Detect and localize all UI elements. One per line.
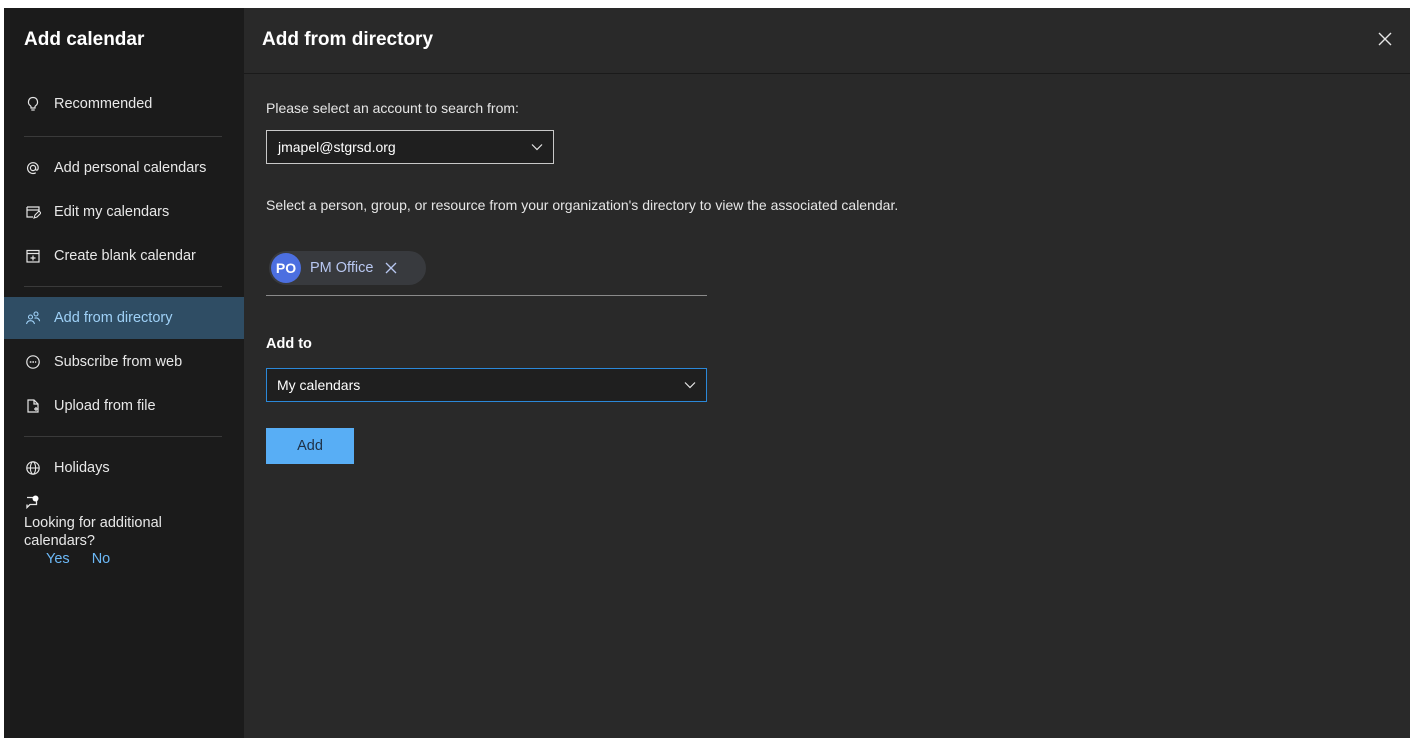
- sidebar-title: Add calendar: [24, 29, 145, 50]
- chip-name: PM Office: [310, 260, 374, 276]
- main-header: Add from directory: [244, 8, 1410, 74]
- feedback-links: Yes No: [46, 550, 224, 568]
- directory-prompt: Select a person, group, or resource from…: [266, 197, 899, 213]
- sidebar-item-label: Recommended: [54, 96, 153, 112]
- sidebar-item-add-personal-calendars[interactable]: Add personal calendars: [4, 147, 244, 189]
- directory-people-picker[interactable]: PO PM Office: [266, 248, 707, 296]
- at-sign-icon: [25, 160, 41, 176]
- selected-person-chip[interactable]: PO PM Office: [269, 251, 426, 285]
- avatar: PO: [271, 253, 301, 283]
- feedback-question: Looking for additional calendars?: [24, 515, 162, 549]
- globe-icon: [25, 460, 41, 476]
- sidebar-item-create-blank-calendar[interactable]: Create blank calendar: [4, 235, 244, 277]
- add-to-label: Add to: [266, 336, 312, 352]
- sidebar-divider: [24, 286, 222, 287]
- file-upload-icon: [25, 398, 41, 414]
- sidebar-item-label: Add from directory: [54, 310, 173, 326]
- sidebar-item-label: Subscribe from web: [54, 354, 183, 370]
- link-circle-icon: [25, 354, 41, 370]
- account-select-value: jmapel@stgrsd.org: [278, 139, 396, 155]
- calendar-add-icon: [25, 248, 41, 264]
- sidebar-item-label: Holidays: [54, 460, 110, 476]
- chevron-down-icon: [683, 378, 697, 392]
- page-title: Add from directory: [262, 29, 434, 50]
- main-panel: Add from directory Please select an acco…: [244, 8, 1410, 738]
- close-icon[interactable]: [1376, 30, 1394, 48]
- people-search-icon: [25, 310, 41, 326]
- add-to-select[interactable]: My calendars: [266, 368, 707, 402]
- lightbulb-icon: [25, 96, 41, 112]
- account-select[interactable]: jmapel@stgrsd.org: [266, 130, 554, 164]
- sidebar-item-holidays[interactable]: Holidays: [4, 447, 244, 489]
- feedback-yes-link[interactable]: Yes: [46, 551, 70, 567]
- feedback-no-link[interactable]: No: [92, 551, 111, 567]
- edit-calendar-icon: [25, 204, 41, 220]
- sidebar-item-label: Upload from file: [54, 398, 156, 414]
- sidebar-item-recommended[interactable]: Recommended: [4, 83, 244, 125]
- sidebar: Add calendar Recommended Add personal ca…: [4, 8, 244, 738]
- sidebar-divider: [24, 136, 222, 137]
- add-button[interactable]: Add: [266, 428, 354, 464]
- sidebar-item-label: Edit my calendars: [54, 204, 170, 220]
- sidebar-divider: [24, 436, 222, 437]
- sidebar-item-subscribe-from-web[interactable]: Subscribe from web: [4, 341, 244, 383]
- feedback-section: Looking for additional calendars? Yes No: [24, 494, 224, 568]
- sidebar-item-edit-my-calendars[interactable]: Edit my calendars: [4, 191, 244, 233]
- remove-chip-icon[interactable]: [384, 261, 398, 275]
- add-to-select-value: My calendars: [277, 377, 361, 393]
- feedback-bubble-icon: [24, 494, 224, 514]
- add-calendar-dialog: Add calendar Recommended Add personal ca…: [4, 8, 1410, 738]
- sidebar-item-upload-from-file[interactable]: Upload from file: [4, 385, 244, 427]
- account-prompt: Please select an account to search from:: [266, 100, 519, 116]
- chevron-down-icon: [530, 140, 544, 154]
- sidebar-item-add-from-directory[interactable]: Add from directory: [4, 297, 244, 339]
- sidebar-item-label: Add personal calendars: [54, 160, 207, 176]
- sidebar-item-label: Create blank calendar: [54, 248, 196, 264]
